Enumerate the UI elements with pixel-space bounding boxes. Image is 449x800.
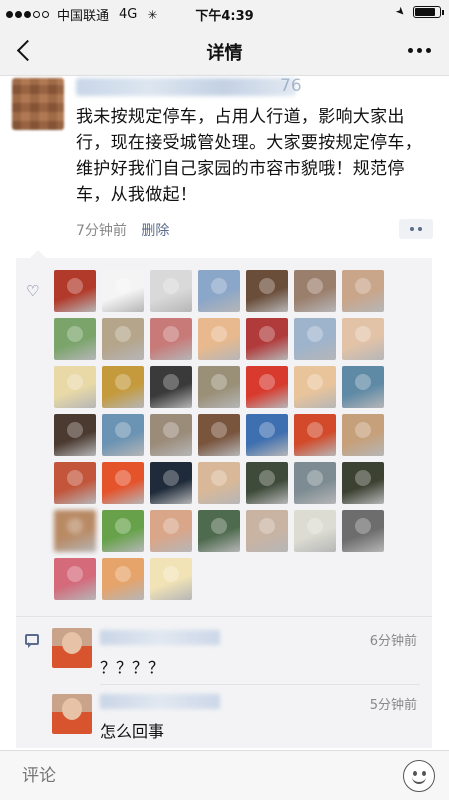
- post-text: 我未按规定停车，占用人行道，影响大家出行，现在接受城管处理。大家要按规定停车，维…: [76, 107, 422, 205]
- comment-author-blurred[interactable]: [100, 694, 220, 709]
- like-avatar[interactable]: [246, 462, 288, 504]
- battery-icon: [413, 5, 444, 18]
- heart-icon: ♡: [26, 282, 40, 300]
- author-name-suffix: 76: [280, 76, 302, 96]
- location-arrow-icon: ➤: [392, 3, 409, 20]
- like-comment-toggle-button[interactable]: [399, 219, 433, 239]
- like-avatar[interactable]: [54, 270, 96, 312]
- like-avatar[interactable]: [246, 366, 288, 408]
- like-avatar[interactable]: [342, 270, 384, 312]
- comment-avatar[interactable]: [52, 628, 92, 668]
- comment-time: 5分钟前: [369, 698, 417, 713]
- like-avatar[interactable]: [54, 558, 96, 600]
- delete-link[interactable]: 删除: [141, 223, 169, 239]
- like-avatar[interactable]: [246, 414, 288, 456]
- battery-fill: [415, 7, 436, 16]
- like-avatar[interactable]: [150, 318, 192, 360]
- like-avatar[interactable]: [102, 414, 144, 456]
- like-avatar[interactable]: [294, 270, 336, 312]
- emoji-mouth: [412, 776, 426, 784]
- like-avatar[interactable]: [102, 318, 144, 360]
- like-avatar[interactable]: [54, 510, 96, 552]
- comment-author-blurred[interactable]: [100, 630, 220, 645]
- like-avatar[interactable]: [102, 270, 144, 312]
- like-avatar[interactable]: [198, 366, 240, 408]
- emoji-button[interactable]: [403, 760, 435, 792]
- comment-icon: [25, 634, 39, 648]
- like-avatar[interactable]: [102, 366, 144, 408]
- more-options-button[interactable]: [408, 48, 431, 53]
- clock: 下午4:39: [195, 9, 254, 24]
- like-avatar[interactable]: [246, 510, 288, 552]
- post-meta: 7分钟前 删除: [76, 220, 169, 240]
- like-avatar[interactable]: [342, 366, 384, 408]
- like-avatar[interactable]: [102, 510, 144, 552]
- like-avatar[interactable]: [342, 510, 384, 552]
- like-avatar[interactable]: [150, 366, 192, 408]
- like-avatar[interactable]: [198, 462, 240, 504]
- comment-divider: [100, 684, 420, 685]
- author-avatar[interactable]: [12, 78, 64, 130]
- like-avatar[interactable]: [102, 558, 144, 600]
- comment-input-bar: [0, 750, 449, 800]
- like-avatar[interactable]: [54, 414, 96, 456]
- like-avatar[interactable]: [102, 462, 144, 504]
- post-time: 7分钟前: [76, 223, 127, 239]
- like-avatar[interactable]: [342, 462, 384, 504]
- like-avatar-grid: [54, 270, 394, 600]
- like-avatar[interactable]: [150, 462, 192, 504]
- author-name-blurred[interactable]: [76, 78, 296, 96]
- comment-input[interactable]: [12, 759, 380, 793]
- like-avatar[interactable]: [198, 510, 240, 552]
- like-avatar[interactable]: [246, 270, 288, 312]
- page-title: 详情: [206, 43, 243, 64]
- like-avatar[interactable]: [198, 414, 240, 456]
- like-avatar[interactable]: [150, 414, 192, 456]
- panel-divider: [16, 616, 432, 617]
- like-avatar[interactable]: [246, 318, 288, 360]
- comment-text[interactable]: 怎么回事: [100, 718, 164, 742]
- status-right: ➤: [392, 3, 444, 20]
- like-avatar[interactable]: [54, 366, 96, 408]
- like-avatar[interactable]: [294, 414, 336, 456]
- status-bar: 中国联通 4G ✳ 下午4:39 ➤: [0, 0, 449, 26]
- comment-time: 6分钟前: [369, 634, 417, 649]
- like-avatar[interactable]: [150, 270, 192, 312]
- like-avatar[interactable]: [150, 510, 192, 552]
- like-avatar[interactable]: [294, 366, 336, 408]
- like-avatar[interactable]: [54, 462, 96, 504]
- like-avatar[interactable]: [342, 318, 384, 360]
- like-avatar[interactable]: [198, 270, 240, 312]
- like-avatar[interactable]: [294, 462, 336, 504]
- like-avatar[interactable]: [294, 318, 336, 360]
- like-avatar[interactable]: [342, 414, 384, 456]
- navigation-bar: 详情: [0, 26, 449, 76]
- like-avatar[interactable]: [150, 558, 192, 600]
- like-avatar[interactable]: [198, 318, 240, 360]
- comment-text[interactable]: ？？？？: [100, 654, 164, 678]
- like-avatar[interactable]: [294, 510, 336, 552]
- like-avatar[interactable]: [54, 318, 96, 360]
- comment-avatar[interactable]: [52, 694, 92, 734]
